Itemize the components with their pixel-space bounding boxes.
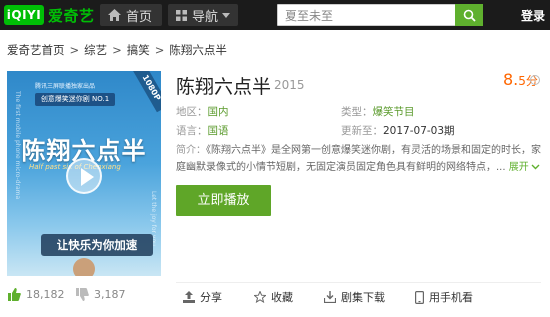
top-navigation-bar: iQIYI 爱奇艺 首页 导航 夏至未至 登录 [0, 0, 550, 30]
breadcrumb-separator: > [69, 43, 80, 57]
divider [176, 282, 541, 283]
download-label: 剧集下载 [341, 291, 385, 304]
updated-value: 2017-07-03期 [383, 125, 455, 137]
show-description: 简介：《陈翔六点半》是全网第一创意爆笑迷你剧，有灵活的场景和固定的时长，家庭幽默… [176, 142, 541, 176]
breadcrumb: 爱奇艺首页 > 综艺 > 搞笑 > 陈翔六点半 [7, 42, 227, 58]
show-year: 2015 [274, 78, 305, 92]
play-now-button[interactable]: 立即播放 [176, 185, 271, 216]
show-poster[interactable]: 1080P 腾讯三屏联播独家出品 创意爆笑迷你剧 NO.1 The first … [7, 71, 161, 276]
meta-region: 地区：国内 [176, 104, 229, 119]
search-button[interactable] [455, 4, 483, 26]
mobile-phone-icon [415, 290, 424, 304]
language-value[interactable]: 国语 [208, 125, 229, 137]
region-label: 地区： [176, 106, 208, 118]
breadcrumb-current: 陈翔六点半 [169, 43, 227, 57]
star-icon [254, 291, 266, 303]
breadcrumb-comedy[interactable]: 搞笑 [127, 42, 150, 58]
favorite-button[interactable]: 收藏 [254, 289, 293, 305]
thumbs-down-icon [76, 288, 89, 301]
watch-on-mobile-button[interactable]: 用手机看 [415, 289, 473, 305]
nav-home-button[interactable]: 首页 [100, 4, 162, 26]
breadcrumb-separator: > [112, 43, 122, 57]
logo-text: 爱奇艺 [48, 6, 95, 25]
share-button[interactable]: 分享 [183, 289, 222, 305]
play-icon[interactable] [66, 158, 102, 194]
type-label: 类型： [341, 106, 373, 118]
download-button[interactable]: 剧集下载 [324, 289, 385, 305]
download-icon [324, 291, 336, 303]
region-value[interactable]: 国内 [208, 106, 229, 118]
info-icon[interactable]: i [530, 75, 540, 85]
show-title: 陈翔六点半 [176, 76, 272, 98]
expand-label: 展开 [508, 162, 529, 173]
poster-slogan: 让快乐为你加速 [41, 234, 153, 256]
meta-type: 类型：爆笑节目 [341, 104, 415, 119]
search-input[interactable]: 夏至未至 [277, 4, 456, 26]
home-icon [108, 9, 121, 21]
nav-guide-button[interactable]: 导航 [168, 4, 238, 26]
like-button[interactable]: 18,182 [8, 288, 65, 301]
login-link[interactable]: 登录 [521, 7, 545, 24]
search-icon [463, 9, 476, 22]
breadcrumb-separator: > [154, 43, 165, 57]
dislike-button[interactable]: 3,187 [76, 288, 126, 301]
updated-label: 更新至： [341, 125, 383, 137]
chevron-down-icon [222, 12, 230, 18]
person-illustration-head [73, 258, 95, 276]
meta-updated: 更新至：2017-07-03期 [341, 123, 455, 138]
resolution-badge: 1080P [132, 71, 161, 113]
share-icon [183, 291, 195, 303]
share-label: 分享 [200, 291, 222, 304]
poster-tag: 创意爆笑迷你剧 NO.1 [35, 93, 115, 106]
score-integer: 8. [503, 70, 519, 89]
mobile-label: 用手机看 [429, 291, 473, 304]
thumbs-up-icon [8, 288, 21, 301]
intro-label: 简介： [176, 145, 206, 156]
iqiyi-logo[interactable]: iQIYI 爱奇艺 [4, 3, 95, 27]
dislike-count: 3,187 [94, 288, 126, 301]
favorite-label: 收藏 [271, 291, 293, 304]
chevron-down-icon [531, 164, 540, 170]
breadcrumb-home[interactable]: 爱奇艺首页 [7, 42, 65, 58]
nav-guide-label: 导航 [192, 9, 219, 25]
breadcrumb-variety[interactable]: 综艺 [84, 42, 107, 58]
like-count: 18,182 [26, 288, 65, 301]
poster-small-text: 腾讯三屏联播独家出品 [35, 83, 96, 90]
expand-link[interactable]: 展开 [509, 162, 540, 173]
grid-icon [176, 9, 187, 21]
type-value[interactable]: 爆笑节目 [373, 106, 415, 118]
logo-mark: iQIYI [4, 5, 44, 25]
language-label: 语言： [176, 125, 208, 137]
intro-text: 《陈翔六点半》是全网第一创意爆笑迷你剧，有灵活的场景和固定的时长，家庭幽默录像式… [176, 145, 541, 173]
nav-home-label: 首页 [126, 9, 153, 25]
meta-language: 语言：国语 [176, 123, 229, 138]
score-decimal: 5 [518, 74, 526, 88]
